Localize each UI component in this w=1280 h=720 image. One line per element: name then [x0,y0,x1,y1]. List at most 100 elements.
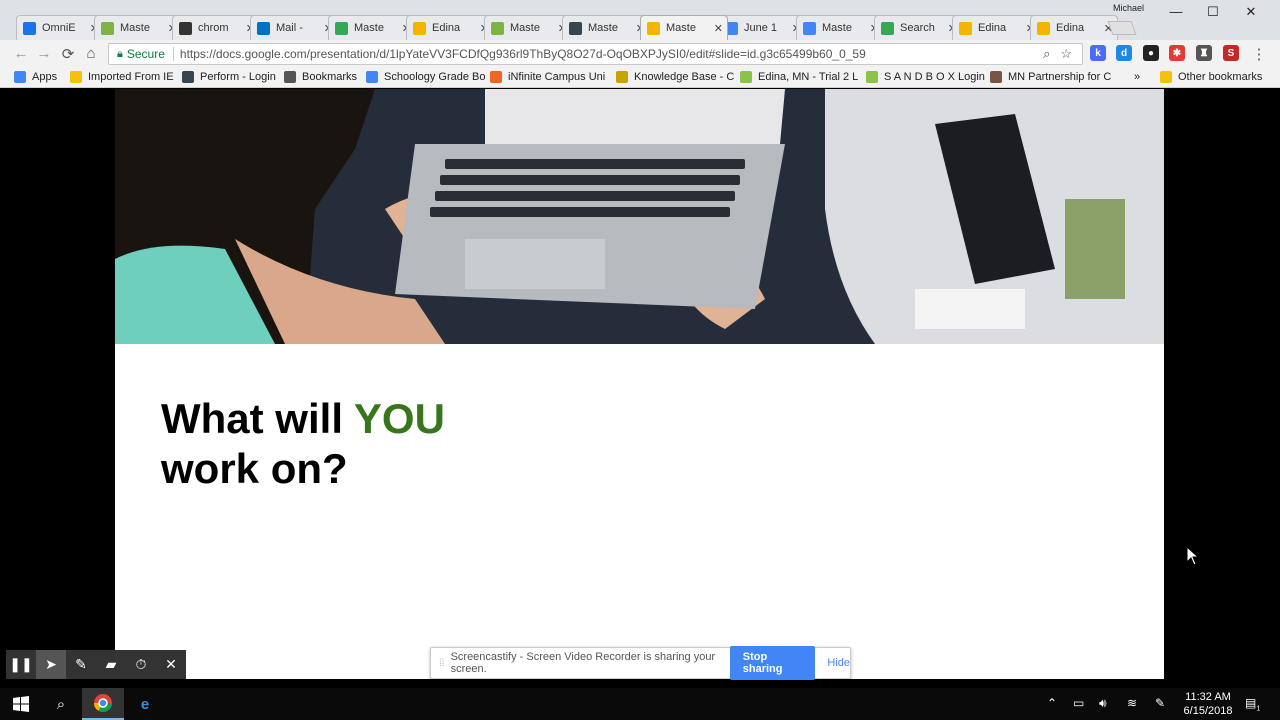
tab-title: Maste [666,22,696,34]
share-message: Screencastify - Screen Video Recorder is… [450,651,716,675]
tab-title: Maste [588,22,618,34]
security-label: Secure [126,47,165,61]
clock-date: 6/15/2018 [1183,705,1233,717]
chrome-taskbar-icon[interactable] [82,688,124,720]
laptop-photo [115,89,1164,344]
bookmark-label: Schoology Grade Bo [384,71,486,83]
windows-start-icon[interactable] [0,688,42,720]
new-tab-button[interactable] [1107,21,1137,35]
home-button[interactable]: ⌂ [82,45,100,62]
browser-tab[interactable]: Maste✕ [796,15,884,40]
eraser-icon[interactable]: ▰ [96,650,126,679]
close-window-button[interactable]: ✕ [1241,4,1261,20]
bookmark-favicon-icon [616,71,628,83]
address-bar[interactable]: 🔒︎ Secure https://docs.google.com/presen… [108,43,1083,65]
tab-title: Edina [978,22,1007,34]
bookmark-star-icon[interactable]: ☆ [1060,46,1072,62]
pen-workspace-icon[interactable]: ✎ [1155,696,1165,710]
browser-tab[interactable]: Maste✕ [484,15,572,40]
pointer-icon[interactable]: ➤ [36,650,66,679]
lock-icon: 🔒︎ [117,47,123,60]
url-text[interactable]: https://docs.google.com/presentation/d/1… [180,47,1043,61]
slide-title-line2: work on? [161,445,348,492]
pen-icon[interactable]: ✎ [66,650,96,679]
volume-icon[interactable]: 🔊︎ [1099,696,1107,711]
bookmark-favicon-icon [14,71,26,83]
back-button[interactable]: ← [12,45,30,62]
bookmark-item[interactable]: iNfinite Campus Uni [490,71,605,83]
bookmark-item[interactable]: Edina, MN - Trial 2 L [740,71,858,83]
zoom-icon[interactable]: ⌕ [1043,46,1050,62]
slide-title[interactable]: What will YOU work on? [161,394,445,494]
forward-button[interactable]: → [35,45,53,62]
battery-icon[interactable]: ▭ [1073,696,1084,710]
tab-title: June 1 [744,22,778,34]
bookmark-item[interactable]: » [1134,71,1140,83]
wifi-icon[interactable]: ≋ [1127,696,1137,710]
bookmark-item[interactable]: Bookmarks [284,71,357,83]
browser-tab[interactable]: Maste ✕ [640,15,728,40]
browser-tab[interactable]: Edina✕ [1030,15,1118,40]
tab-strip: OmniE✕ Maste ✕ chrom✕Mail -✕ Maste ✕ Edina✕ Mas… [0,0,1280,40]
tab-favicon-icon [881,21,894,35]
minimize-button[interactable]: — [1166,4,1186,19]
bookmark-label: iNfinite Campus Uni [508,71,606,83]
bookmark-item[interactable]: Perform - Login [182,71,276,83]
reload-button[interactable]: ⟳ [59,45,77,63]
hide-button[interactable]: Hide [827,657,850,669]
browser-tab[interactable]: Maste✕ [562,15,650,40]
tab-favicon-icon [257,21,270,35]
bookmark-favicon-icon [182,71,194,83]
menu-icon[interactable]: ⋮ [1250,45,1268,63]
browser-tab[interactable]: chrom✕ [172,15,260,40]
bookmark-label: S A N D B O X Login [884,71,985,83]
close-icon[interactable]: ✕ [156,650,186,679]
extension-icon[interactable]: ● [1143,45,1159,61]
browser-tab[interactable]: OmniE✕ [16,15,104,40]
bookmark-favicon-icon [866,71,878,83]
extension-icon[interactable]: S [1223,45,1239,61]
bookmark-favicon-icon [70,71,82,83]
browser-tab[interactable]: Maste✕ [328,15,416,40]
tab-title: Edina [1056,22,1085,34]
tab-close-icon[interactable]: ✕ [714,22,723,35]
bookmark-label: Perform - Login [200,71,276,83]
bookmark-item[interactable]: S A N D B O X Login [866,71,985,83]
edge-taskbar-icon[interactable]: e [124,688,166,720]
extension-icon[interactable]: k [1090,45,1106,61]
slide-title-accent: YOU [353,395,445,442]
bookmark-item[interactable]: Schoology Grade Bo [366,71,486,83]
browser-tab[interactable]: June 1✕ [718,15,806,40]
tray-expand-icon[interactable]: ⌃ [1047,696,1057,710]
notifications-icon[interactable]: ▤1 [1245,696,1260,712]
bookmarks-bar: Apps Imported From IE Perform - Login Bookm… [0,68,1280,88]
browser-tab[interactable]: Search✕ [874,15,962,40]
bookmark-favicon-icon [490,71,502,83]
maximize-button[interactable]: ☐ [1203,4,1223,20]
timer-icon[interactable]: ⏱ [126,650,156,679]
bookmark-item[interactable]: Other bookmarks [1160,71,1262,83]
bookmark-favicon-icon [366,71,378,83]
tab-favicon-icon [101,21,114,35]
slide-title-line1: What will YOU [161,394,445,444]
tab-favicon-icon [647,21,660,35]
bookmark-item[interactable]: Knowledge Base - C [616,71,734,83]
browser-tab[interactable]: Maste✕ [94,15,182,40]
drag-handle-icon[interactable]: ⁞⁞ [439,658,445,669]
browser-tab[interactable]: Mail -✕ [250,15,338,40]
screencastify-toolbar: ❚❚ ➤ ✎ ▰ ⏱ ✕ [6,650,186,679]
stop-sharing-button[interactable]: Stop sharing [729,646,816,680]
divider [172,47,174,61]
search-icon[interactable]: ⌕ [40,688,82,720]
pause-icon[interactable]: ❚❚ [6,650,36,679]
browser-tab[interactable]: Edina✕ [406,15,494,40]
extension-icon[interactable]: ✱ [1169,45,1185,61]
bookmark-item[interactable]: MN Partnership for C [990,71,1111,83]
bookmark-item[interactable]: Apps [14,71,57,83]
bookmark-item[interactable]: Imported From IE [70,71,174,83]
extension-icon[interactable]: d [1116,45,1132,61]
extension-icon[interactable]: ♜ [1196,45,1212,61]
profile-name[interactable]: Michael [1113,3,1144,13]
system-clock[interactable]: 11:32 AM 6/15/2018 [1178,690,1238,718]
browser-tab[interactable]: Edina✕ [952,15,1040,40]
